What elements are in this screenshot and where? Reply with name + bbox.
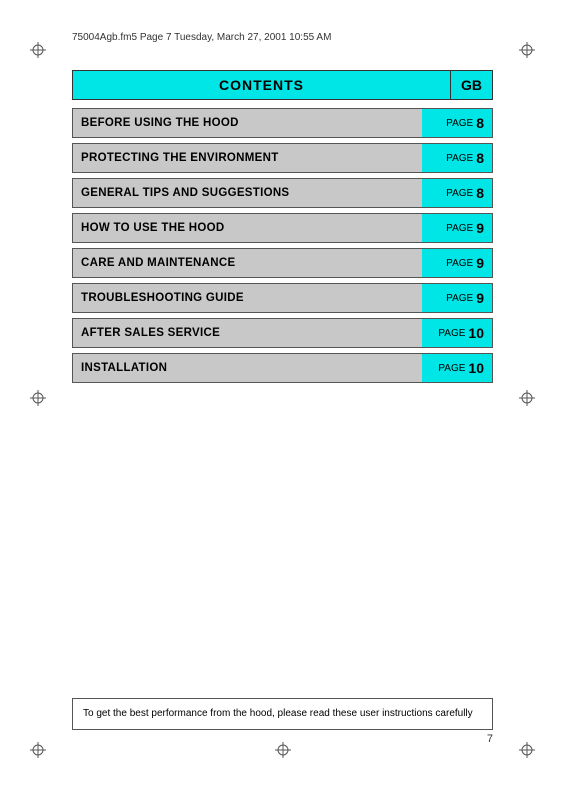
toc-row: BEFORE USING THE HOODPAGE 8 [72,108,493,138]
toc-row: TROUBLESHOOTING GUIDEPAGE 9 [72,283,493,313]
reg-mark-mid-left [30,390,46,406]
toc-page-num: 10 [468,325,484,341]
toc-table: BEFORE USING THE HOODPAGE 8PROTECTING TH… [72,108,493,383]
toc-label: AFTER SALES SERVICE [73,319,422,347]
page-number: 7 [487,733,493,745]
toc-page-word: PAGE [446,223,473,234]
toc-label: BEFORE USING THE HOOD [73,109,422,137]
toc-row: PROTECTING THE ENVIRONMENTPAGE 8 [72,143,493,173]
toc-row: HOW TO USE THE HOODPAGE 9 [72,213,493,243]
toc-label: CARE AND MAINTENANCE [73,249,422,277]
footer-note: To get the best performance from the hoo… [72,698,493,730]
header-file-info: 75004Agb.fm5 Page 7 Tuesday, March 27, 2… [72,32,331,43]
toc-page: PAGE 8 [422,109,492,137]
toc-page: PAGE 10 [422,354,492,382]
toc-label: GENERAL TIPS AND SUGGESTIONS [73,179,422,207]
toc-row: CARE AND MAINTENANCEPAGE 9 [72,248,493,278]
toc-page: PAGE 10 [422,319,492,347]
content-area: CONTENTS GB BEFORE USING THE HOODPAGE 8P… [72,70,493,388]
toc-page-word: PAGE [446,118,473,129]
toc-label: PROTECTING THE ENVIRONMENT [73,144,422,172]
toc-page: PAGE 8 [422,144,492,172]
toc-page-num: 8 [476,150,484,166]
toc-page: PAGE 9 [422,284,492,312]
toc-page-num: 9 [476,255,484,271]
reg-mark-mid-right [519,390,535,406]
toc-row: AFTER SALES SERVICEPAGE 10 [72,318,493,348]
toc-page-word: PAGE [446,188,473,199]
toc-page-num: 9 [476,290,484,306]
contents-header: CONTENTS GB [72,70,493,100]
toc-page-word: PAGE [446,258,473,269]
toc-label: INSTALLATION [73,354,422,382]
toc-row: INSTALLATIONPAGE 10 [72,353,493,383]
toc-page: PAGE 9 [422,249,492,277]
toc-page-num: 8 [476,185,484,201]
toc-page: PAGE 9 [422,214,492,242]
reg-mark-top-right [519,42,535,58]
reg-mark-top-left [30,42,46,58]
toc-page-word: PAGE [446,293,473,304]
toc-page-word: PAGE [446,153,473,164]
toc-page: PAGE 8 [422,179,492,207]
toc-label: HOW TO USE THE HOOD [73,214,422,242]
toc-page-word: PAGE [438,328,465,339]
toc-label: TROUBLESHOOTING GUIDE [73,284,422,312]
reg-mark-bottom-right [519,742,535,758]
contents-gb-label: GB [450,70,493,100]
toc-page-num: 8 [476,115,484,131]
toc-page-num: 10 [468,360,484,376]
toc-page-num: 9 [476,220,484,236]
page: 75004Agb.fm5 Page 7 Tuesday, March 27, 2… [0,0,565,800]
reg-mark-bottom-left [30,742,46,758]
toc-row: GENERAL TIPS AND SUGGESTIONSPAGE 8 [72,178,493,208]
contents-title: CONTENTS [72,70,450,100]
reg-mark-bottom-center [275,742,291,758]
toc-page-word: PAGE [438,363,465,374]
